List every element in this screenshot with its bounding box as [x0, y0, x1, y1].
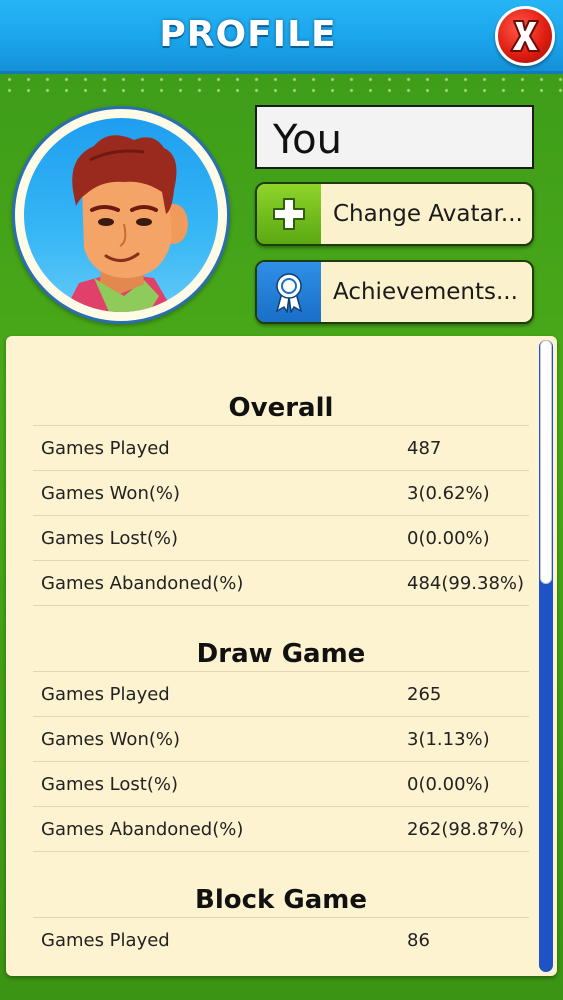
scrollbar-thumb[interactable]	[540, 340, 552, 584]
stats-section-block-game: Block Game Games Played 86	[33, 883, 529, 962]
stat-value: 484(99.38%)	[407, 572, 525, 594]
plus-icon	[273, 198, 305, 230]
stat-row: Games Abandoned(%) 484(99.38%)	[33, 560, 529, 606]
stats-section-draw-game: Draw Game Games Played 265 Games Won(%) …	[33, 637, 529, 852]
award-icon-cell	[257, 262, 321, 322]
avatar-portrait-icon	[64, 135, 188, 312]
header-bar: PROFILE	[0, 0, 563, 74]
stat-label: Games Abandoned(%)	[41, 572, 244, 594]
stat-value: 0(0.00%)	[407, 773, 490, 795]
stat-row: Games Abandoned(%) 262(98.87%)	[33, 806, 529, 852]
section-heading: Block Game	[195, 885, 367, 915]
stat-value: 3(1.13%)	[407, 728, 490, 750]
stat-label: Games Won(%)	[41, 482, 180, 504]
achievements-label: Achievements...	[333, 279, 518, 305]
stat-row: Games Played 487	[33, 425, 529, 470]
avatar	[24, 118, 218, 312]
stat-value: 86	[407, 929, 430, 951]
stat-label: Games Lost(%)	[41, 773, 178, 795]
stat-row: Games Lost(%) 0(0.00%)	[33, 761, 529, 806]
stat-label: Games Abandoned(%)	[41, 818, 244, 840]
avatar-frame[interactable]	[12, 106, 230, 324]
section-heading: Overall	[228, 393, 334, 423]
stat-row: Games Lost(%) 0(0.00%)	[33, 515, 529, 560]
stats-panel[interactable]: Overall Games Played 487 Games Won(%) 3(…	[6, 336, 557, 976]
close-button[interactable]	[495, 6, 555, 66]
achievements-button[interactable]: Achievements...	[255, 260, 534, 324]
stats-section-overall: Overall Games Played 487 Games Won(%) 3(…	[33, 391, 529, 606]
stat-row: Games Won(%) 3(0.62%)	[33, 470, 529, 515]
stat-row: Games Played 86	[33, 917, 529, 962]
award-ribbon-icon	[275, 273, 303, 313]
scrollbar[interactable]	[539, 340, 553, 972]
section-heading: Draw Game	[196, 639, 366, 669]
change-avatar-button[interactable]: Change Avatar...	[255, 182, 534, 246]
stat-value: 265	[407, 683, 442, 705]
page-title: PROFILE	[159, 14, 337, 55]
change-avatar-label: Change Avatar...	[333, 201, 523, 227]
stat-value: 3(0.62%)	[407, 482, 490, 504]
stat-value: 487	[407, 437, 442, 459]
stat-value: 262(98.87%)	[407, 818, 525, 840]
stat-label: Games Played	[41, 929, 170, 951]
stat-value: 0(0.00%)	[407, 527, 490, 549]
player-name-field[interactable]: You	[255, 105, 534, 169]
stat-label: Games Played	[41, 437, 170, 459]
stat-label: Games Lost(%)	[41, 527, 178, 549]
stat-row: Games Won(%) 3(1.13%)	[33, 716, 529, 761]
close-x-icon	[510, 20, 540, 52]
plus-icon-cell	[257, 184, 321, 244]
stat-label: Games Won(%)	[41, 728, 180, 750]
stat-row: Games Played 265	[33, 671, 529, 716]
decorative-sparkles	[0, 74, 563, 96]
stat-label: Games Played	[41, 683, 170, 705]
